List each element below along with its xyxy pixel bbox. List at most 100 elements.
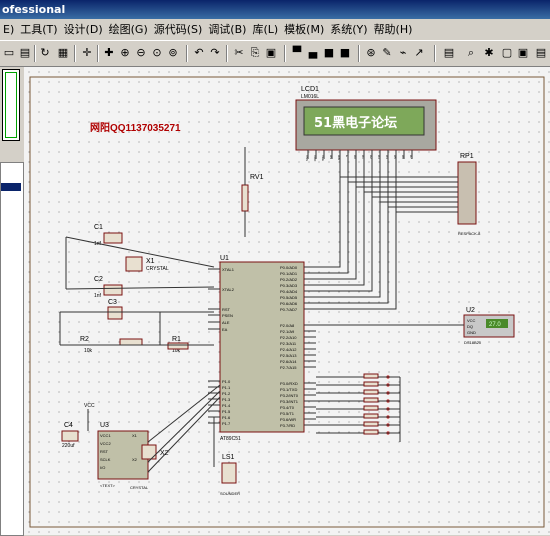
r1-ref: R1: [172, 336, 181, 343]
u3-body: [97, 430, 149, 480]
x2-body: [141, 444, 157, 460]
u1-left-pin-label: RST: [222, 307, 231, 312]
menu-item[interactable]: 库(L): [249, 20, 281, 40]
u1-right-pin-label: P0.7/AD7: [280, 307, 298, 312]
c4-body: [61, 430, 79, 442]
u1-ref: U1: [220, 255, 229, 262]
toolbar-separator: [284, 45, 286, 62]
toolbar: ▭ ▤ ↻ ▦ ✛ ✚ ⊕ ⊖ ⊙ ⊚ ↶ ↷ ✂ ⎘ ▣ ▀ ▄ ■ ■ ⊛ …: [0, 40, 550, 67]
menu-item[interactable]: 绘图(G): [106, 20, 151, 40]
menu-item[interactable]: E): [0, 20, 17, 40]
bill-of-materials-icon[interactable]: ▤: [534, 46, 548, 60]
rp1-part: RESPACK-8: [458, 231, 481, 236]
x1-ref: X1: [146, 258, 155, 265]
origin-icon[interactable]: ✛: [80, 46, 94, 60]
lcd-pin-label: D1: [361, 155, 365, 159]
menu-item[interactable]: 源代码(S): [151, 20, 206, 40]
u3-p2-wire: [147, 390, 221, 463]
u3-p1-wire: [147, 384, 221, 443]
rp1-body: [457, 161, 477, 225]
new-sheet-icon[interactable]: ▢: [500, 46, 514, 60]
u1-left-pin-label: XTAL1: [222, 267, 235, 272]
lcd-bus-wires: [316, 159, 458, 310]
refresh-icon[interactable]: ↻: [38, 46, 52, 60]
zoom-out-icon[interactable]: ⊖: [134, 46, 148, 60]
u2-part: DS18B20: [464, 340, 482, 345]
c4-value: 220uf: [62, 443, 75, 449]
lcd-pin-label: VEE: [321, 155, 325, 161]
selected-device-row[interactable]: [1, 183, 21, 191]
schematic-drawing: 网阳QQ1137035271 LCD1 LM016L 51黑电子论坛 VSS VD…: [29, 76, 545, 528]
pan-icon[interactable]: ✚: [102, 46, 116, 60]
u3-pin-label: RST: [100, 449, 109, 454]
lcd-display-text: 51黑电子论坛: [314, 115, 397, 131]
menu-item[interactable]: 模板(M): [281, 20, 327, 40]
u1-left-pin-label: XTAL2: [222, 287, 235, 292]
zoom-all-icon[interactable]: ⊙: [150, 46, 164, 60]
lcd-pin-label: D0: [353, 155, 357, 159]
make-device-icon[interactable]: ✎: [380, 46, 394, 60]
key-buttons: [316, 373, 400, 435]
bus-wire: [316, 159, 349, 274]
u1-left-pin-label: P1.5: [222, 409, 231, 414]
zoom-area-icon[interactable]: ⊚: [166, 46, 180, 60]
block-copy-icon[interactable]: ▀: [290, 46, 304, 60]
pick-device-icon[interactable]: ⊛: [364, 46, 378, 60]
u3-p3-wire: [147, 396, 221, 473]
u2-pin-vcc: VCC: [467, 318, 476, 323]
u1-right-pin-label: P2.3/A11: [280, 341, 297, 346]
block-rotate-icon[interactable]: ■: [322, 46, 336, 60]
r1-body: [167, 342, 189, 350]
packaging-icon[interactable]: ⌁: [396, 46, 410, 60]
rv1-body: [241, 184, 249, 212]
toolbar-separator: [74, 45, 76, 62]
u1-right-pin-label: P3.4/T0: [280, 405, 295, 410]
u1-right-pin-label: P2.6/A14: [280, 359, 297, 364]
cut-icon[interactable]: ✂: [232, 46, 246, 60]
wire-autorouter-icon[interactable]: ▤: [442, 46, 456, 60]
u1-right-pin-label: P0.6/AD6: [280, 301, 298, 306]
lcd-part: LM016L: [301, 94, 319, 100]
device-list[interactable]: [0, 162, 24, 536]
lcd-pin-label: D6: [401, 155, 405, 159]
key-button: [363, 429, 379, 435]
c3-body: [107, 306, 123, 320]
c1-body: [103, 232, 123, 244]
copy-icon[interactable]: ⎘: [248, 46, 262, 60]
toolbar-separator: [97, 45, 99, 62]
ls1-ref: LS1: [222, 454, 235, 461]
block-move-icon[interactable]: ▄: [306, 46, 320, 60]
u3-ref: U3: [100, 422, 109, 429]
x2-part: CRYSTAL: [130, 485, 149, 490]
block-delete-icon[interactable]: ■: [338, 46, 352, 60]
key-button: [363, 397, 379, 403]
menu-item[interactable]: 调试(B): [205, 20, 249, 40]
paste-icon[interactable]: ▣: [264, 46, 278, 60]
search-tag-icon[interactable]: ⌕: [464, 46, 478, 60]
key-button: [363, 389, 379, 395]
toolbar-separator: [226, 45, 228, 62]
menu-item[interactable]: 帮助(H): [371, 20, 416, 40]
schematic-canvas[interactable]: 网阳QQ1137035271 LCD1 LM016L 51黑电子论坛 VSS VD…: [24, 67, 550, 535]
overview-window[interactable]: [2, 69, 20, 141]
zoom-in-icon[interactable]: ⊕: [118, 46, 132, 60]
u2-reading: 27.0: [489, 322, 501, 328]
print-icon[interactable]: ▤: [18, 46, 32, 60]
menu-item[interactable]: 工具(T): [17, 20, 60, 40]
xtal2-wire: [65, 286, 215, 290]
u1-right-pin-label: P3.1/TXD: [280, 387, 297, 392]
menu-item[interactable]: 设计(D): [61, 20, 106, 40]
undo-icon[interactable]: ↶: [192, 46, 206, 60]
decompose-icon[interactable]: ↗: [412, 46, 426, 60]
u1-right-pin-label: P3.2/INT0: [280, 393, 299, 398]
redo-icon[interactable]: ↷: [208, 46, 222, 60]
netlist-icon[interactable]: ▣: [516, 46, 530, 60]
save-icon[interactable]: ▭: [2, 46, 16, 60]
u1-right-pin-label: P3.3/INT1: [280, 399, 299, 404]
property-tool-icon[interactable]: ✱: [482, 46, 496, 60]
grid-icon[interactable]: ▦: [56, 46, 70, 60]
u3-pin-label: VCC2: [100, 441, 111, 446]
u1-left-pin-label: P1.4: [222, 403, 231, 408]
menu-item[interactable]: 系统(Y): [327, 20, 370, 40]
u1-right-pin-label: P3.6/WR: [280, 417, 296, 422]
